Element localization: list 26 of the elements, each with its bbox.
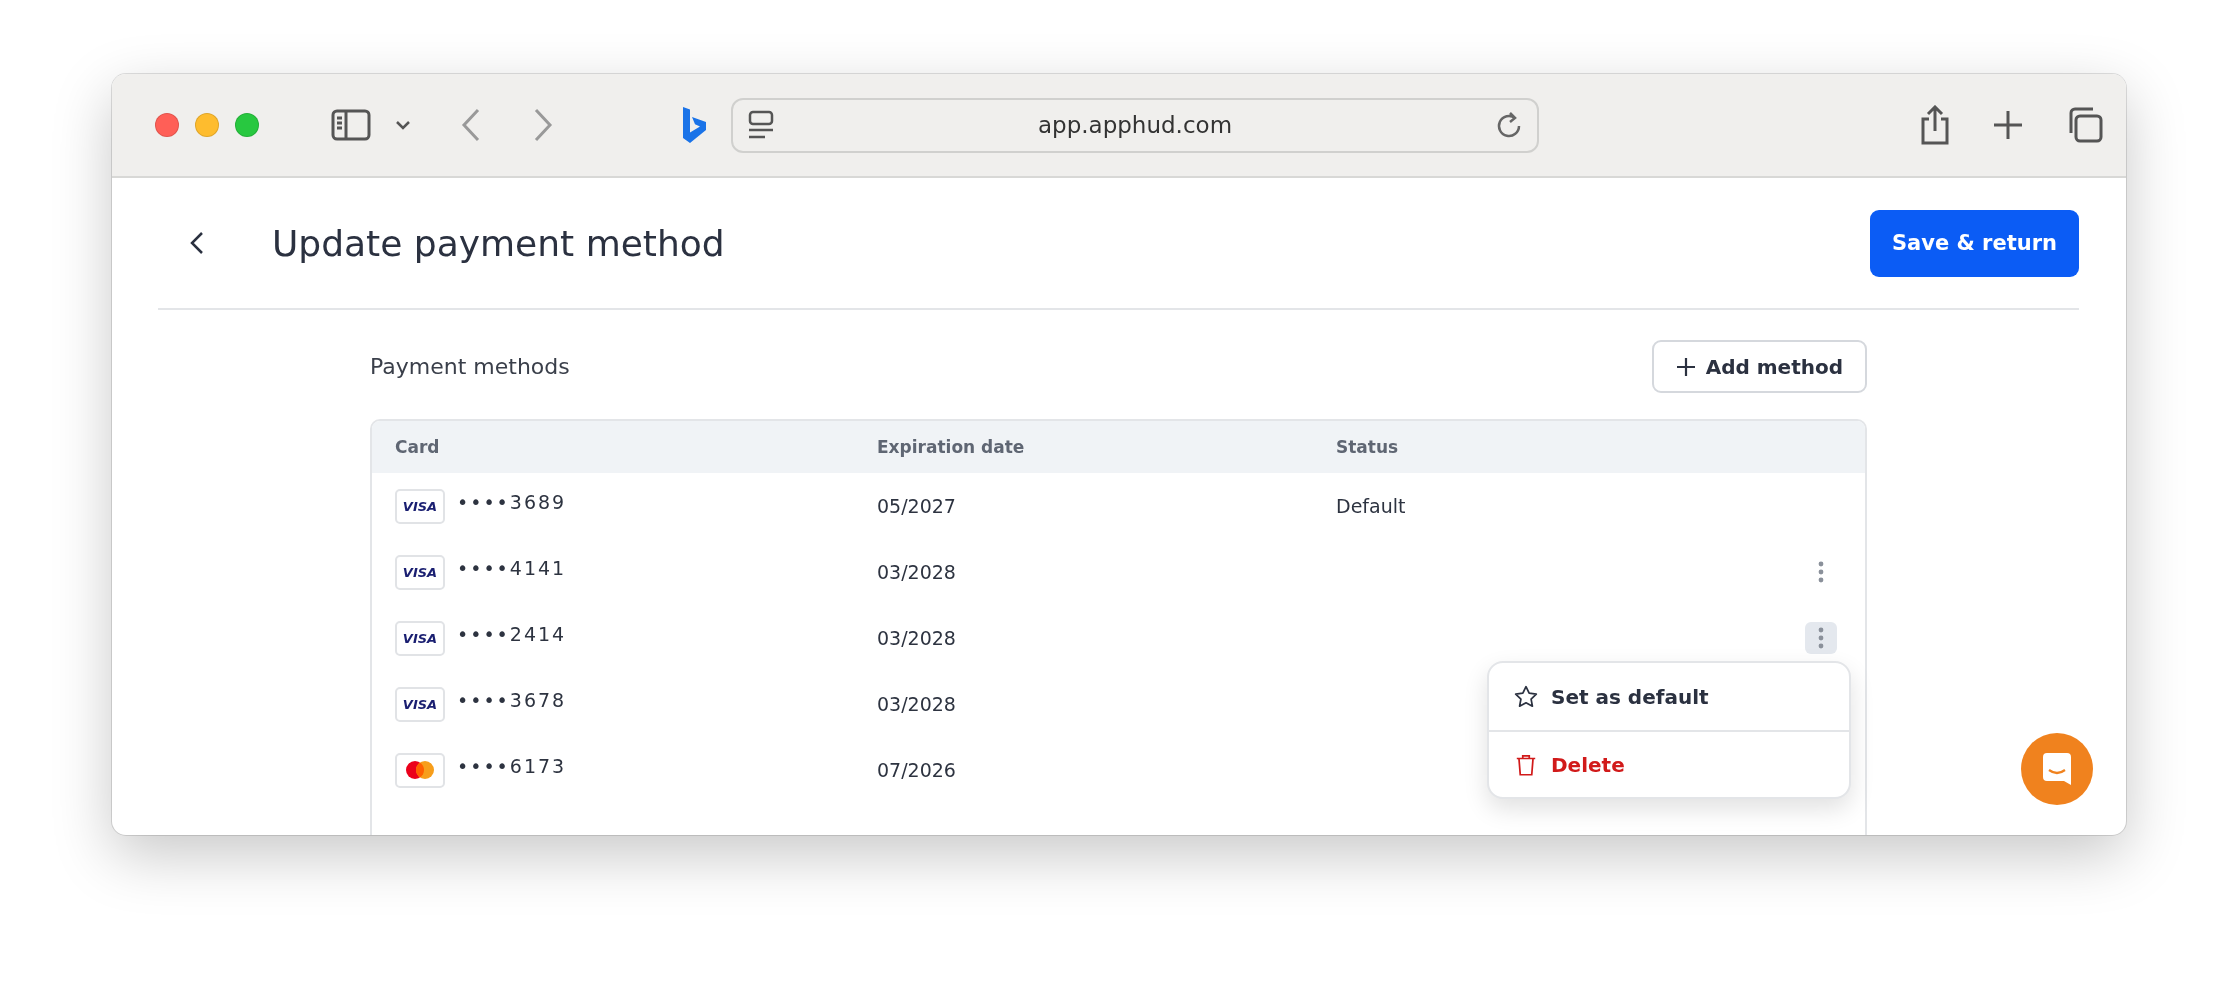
column-header: Status xyxy=(1336,437,1400,457)
save-button[interactable]: Save & return xyxy=(1869,209,2079,277)
address-bar[interactable]: app.apphud.com xyxy=(731,97,1539,153)
card-number: ••••3689 xyxy=(457,491,567,513)
status-text: Default xyxy=(1336,495,1407,517)
menu-item[interactable]: Set as default xyxy=(1489,663,1849,730)
expiration-date: 03/2028 xyxy=(877,627,957,649)
visa-logo: VISA xyxy=(395,686,445,722)
add-method-button[interactable]: Add method xyxy=(1651,340,1867,393)
expiration-date: 05/2027 xyxy=(877,495,957,517)
expiration-date: 03/2028 xyxy=(877,693,957,715)
section-title: Payment methods xyxy=(370,354,570,379)
visa-logo: VISA xyxy=(395,620,445,656)
expiration-date: 03/2028 xyxy=(877,561,957,583)
visa-logo: VISA xyxy=(395,554,445,590)
card-number: ••••4141 xyxy=(457,557,567,579)
menu-item[interactable]: Delete xyxy=(1489,730,1849,797)
card-number: ••••6173 xyxy=(457,755,567,777)
url-text: app.apphud.com xyxy=(1036,112,1234,138)
page-title: Update payment method xyxy=(272,222,726,264)
column-header: Expiration date xyxy=(877,437,1026,457)
visa-logo: VISA xyxy=(395,488,445,524)
card-number: ••••2414 xyxy=(457,623,567,645)
expiration-date: 07/2026 xyxy=(877,759,957,781)
card-number: ••••3678 xyxy=(457,689,567,711)
column-header: Card xyxy=(395,437,441,457)
